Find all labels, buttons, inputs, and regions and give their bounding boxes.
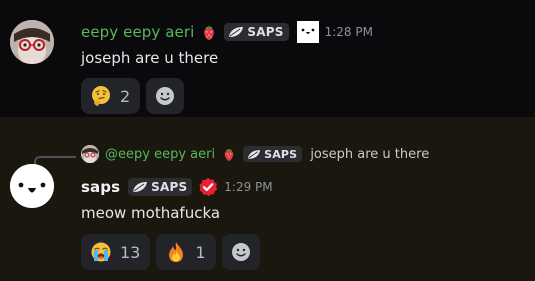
avatar[interactable] bbox=[10, 20, 54, 64]
server-tag-label: SAPS bbox=[247, 25, 284, 39]
username[interactable]: saps bbox=[81, 178, 120, 196]
reaction-count: 13 bbox=[120, 242, 141, 262]
add-reaction-button[interactable] bbox=[221, 234, 260, 270]
timestamp[interactable]: 1:29 PM bbox=[224, 180, 272, 194]
reaction-bar: 2 bbox=[81, 78, 185, 114]
avatar[interactable] bbox=[10, 164, 54, 208]
reply-reference[interactable]: @eepy eepy aeri SAPS joseph are u there bbox=[81, 145, 429, 163]
reaction-count: 1 bbox=[195, 242, 206, 262]
strawberry-icon bbox=[204, 26, 215, 40]
fire-icon bbox=[169, 242, 184, 262]
leaf-icon bbox=[247, 149, 261, 159]
timestamp[interactable]: 1:28 PM bbox=[325, 25, 373, 39]
server-tag-label: SAPS bbox=[151, 180, 188, 194]
server-tag-label: SAPS bbox=[264, 147, 298, 161]
leaf-icon bbox=[133, 182, 148, 192]
username[interactable]: eepy eepy aeri bbox=[81, 23, 194, 41]
server-tag[interactable]: SAPS bbox=[243, 146, 303, 162]
server-tag[interactable]: SAPS bbox=[224, 23, 289, 41]
verified-badge-icon bbox=[199, 177, 218, 197]
reaction-bar: 13 1 bbox=[81, 234, 260, 270]
add-reaction-button[interactable] bbox=[146, 78, 185, 114]
reaction-thinking-face[interactable]: 2 bbox=[81, 78, 141, 114]
add-reaction-icon bbox=[156, 87, 175, 105]
loudly-crying-face-icon bbox=[91, 242, 111, 262]
message-header: eepy eepy aeri SAPS 1:28 PM bbox=[81, 21, 373, 43]
message-content: meow mothafucka bbox=[81, 204, 221, 222]
leaf-icon bbox=[229, 27, 244, 37]
reply-preview-text[interactable]: joseph are u there bbox=[310, 147, 429, 162]
server-tag[interactable]: SAPS bbox=[128, 178, 193, 196]
strawberry-icon bbox=[224, 148, 234, 161]
thinking-face-icon bbox=[92, 86, 110, 106]
smiley-face-icon bbox=[296, 21, 319, 43]
reply-username[interactable]: @eepy eepy aeri bbox=[105, 147, 215, 162]
message-content: joseph are u there bbox=[81, 49, 219, 67]
reaction-count: 2 bbox=[120, 86, 131, 106]
message-header: saps SAPS 1:29 PM bbox=[81, 176, 273, 198]
reaction-fire[interactable]: 1 bbox=[156, 234, 216, 270]
add-reaction-icon bbox=[231, 243, 250, 261]
reply-avatar bbox=[81, 145, 99, 163]
reaction-loudly-crying-face[interactable]: 13 bbox=[81, 234, 151, 270]
